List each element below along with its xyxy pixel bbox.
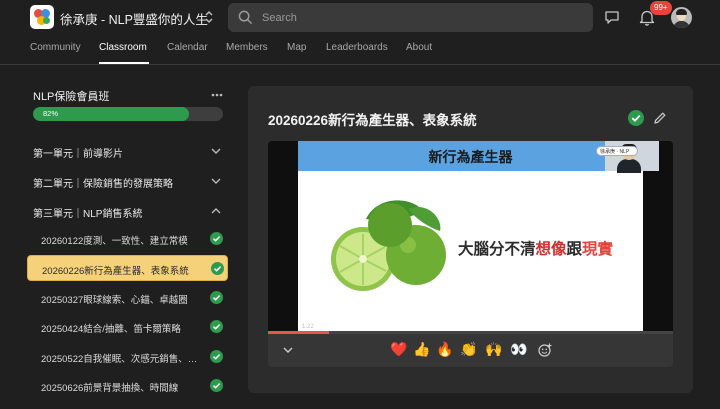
- clap-reaction[interactable]: 👏: [460, 341, 478, 359]
- course-title: NLP保險會員班: [33, 91, 110, 103]
- progress-label: 82%: [43, 109, 59, 118]
- tab-calendar[interactable]: Calendar: [167, 42, 208, 53]
- raised-hands-reaction[interactable]: 🙌: [485, 341, 503, 359]
- lesson-label: 20250626前景背景抽換、時間線: [41, 383, 179, 394]
- slide-title: 新行為產生器: [428, 149, 513, 165]
- more-options-icon[interactable]: [211, 93, 223, 97]
- lesson-item[interactable]: 20260122度測、一致性、建立常模: [27, 226, 228, 252]
- active-tab-indicator: [99, 62, 149, 64]
- search-input[interactable]: [262, 8, 582, 27]
- lesson-label: 20250522自我催眠、次感元銷售、神經邏輯: [41, 354, 206, 365]
- reaction-bar: ❤️ 👍 🔥 👏 🙌 👀: [268, 334, 673, 367]
- edit-icon[interactable]: [653, 111, 667, 125]
- lesson-label: 20260122度測、一致性、建立常模: [41, 236, 188, 247]
- group-switcher-icon[interactable]: [203, 9, 215, 25]
- video-timestamp: 1:22: [302, 324, 314, 330]
- course-progress-bar: 82%: [33, 107, 223, 121]
- lesson-title: 20260226新行為產生器、表象系統: [268, 113, 477, 128]
- lesson-item[interactable]: 20250522自我催眠、次感元銷售、神經邏輯: [27, 344, 228, 370]
- facebook-tag: 徐承庚 · NLP: [596, 146, 638, 156]
- completed-check-icon: [210, 350, 223, 363]
- module-3[interactable]: 第三單元｜NLP銷售系統: [33, 205, 142, 220]
- tab-map[interactable]: Map: [287, 42, 306, 53]
- fire-reaction[interactable]: 🔥: [436, 341, 454, 359]
- tab-community[interactable]: Community: [30, 42, 81, 53]
- video-frame: 新行為產生器 徐承庚 · NLP 大腦分不清想像跟現實: [298, 141, 659, 333]
- completed-check-icon: [210, 232, 223, 245]
- tab-about[interactable]: About: [406, 42, 432, 53]
- add-reaction-icon[interactable]: [538, 343, 552, 357]
- eyes-reaction[interactable]: 👀: [510, 341, 528, 359]
- search-bar[interactable]: [228, 3, 593, 32]
- tab-members[interactable]: Members: [226, 42, 268, 53]
- module-1[interactable]: 第一單元｜前導影片: [33, 145, 123, 160]
- lesson-label: 20250424結合/抽離、笛卡爾策略: [41, 324, 181, 335]
- completed-check-icon: [210, 379, 223, 392]
- notification-badge: 99+: [650, 1, 672, 15]
- lesson-item[interactable]: 20250327眼球線索、心錨、卓越圈: [27, 285, 228, 311]
- search-icon: [238, 10, 253, 25]
- chevron-down-icon[interactable]: [283, 347, 293, 353]
- chevron-down-icon[interactable]: [211, 178, 221, 184]
- group-logo[interactable]: [30, 5, 54, 29]
- lesson-label: 20260226新行為產生器、表象系統: [42, 266, 189, 277]
- completed-check-icon: [210, 291, 223, 304]
- heart-reaction[interactable]: ❤️: [390, 341, 408, 359]
- thumbs-up-reaction[interactable]: 👍: [413, 341, 431, 359]
- lesson-item[interactable]: 20250626前景背景抽換、時間線: [27, 373, 228, 399]
- chat-icon[interactable]: [604, 10, 620, 25]
- tab-classroom[interactable]: Classroom: [99, 42, 147, 53]
- top-bar: 徐承庚 - NLP豐盛你的人生 99+: [0, 0, 720, 36]
- slide-caption: 大腦分不清想像跟現實: [458, 241, 614, 258]
- completed-check-icon: [210, 320, 223, 333]
- mark-complete-icon[interactable]: [628, 110, 644, 126]
- group-name[interactable]: 徐承庚 - NLP豐盛你的人生: [60, 9, 208, 28]
- chevron-down-icon[interactable]: [211, 148, 221, 154]
- avatar[interactable]: [671, 7, 692, 28]
- main-nav: Community Classroom Calendar Members Map…: [0, 36, 720, 65]
- lesson-item-active[interactable]: 20260226新行為產生器、表象系統: [27, 255, 228, 281]
- lesson-item[interactable]: 20250424結合/抽離、笛卡爾策略: [27, 314, 228, 340]
- video-player[interactable]: 新行為產生器 徐承庚 · NLP 大腦分不清想像跟現實 1:22: [268, 141, 673, 334]
- lesson-label: 20250327眼球線索、心錨、卓越圈: [41, 295, 188, 306]
- chevron-up-icon[interactable]: [211, 208, 221, 214]
- tab-leaderboards[interactable]: Leaderboards: [326, 42, 388, 53]
- lesson-panel: 20260226新行為產生器、表象系統 新行為產生器 徐承庚 · NLP 大腦分…: [248, 86, 693, 393]
- lime-image: [331, 200, 446, 291]
- completed-check-icon: [211, 262, 224, 275]
- module-2[interactable]: 第二單元｜保險銷售的發展策略: [33, 175, 173, 190]
